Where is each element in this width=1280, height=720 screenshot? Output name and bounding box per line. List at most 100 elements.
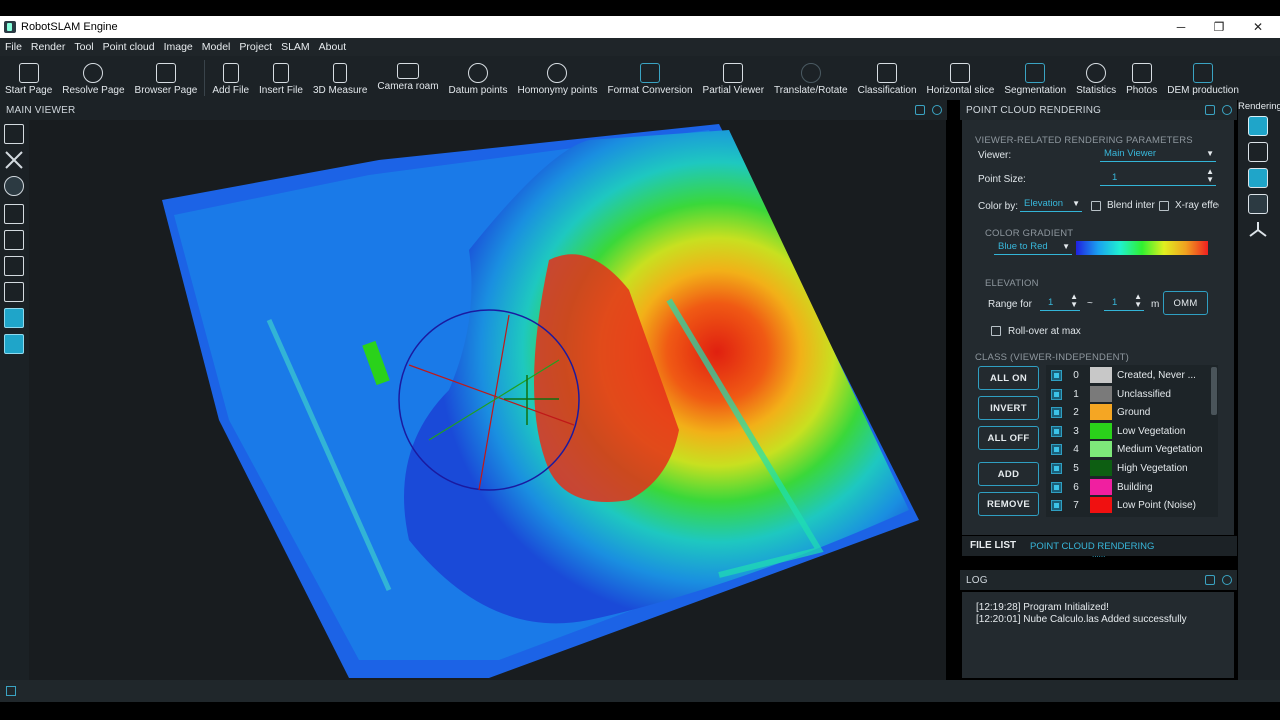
main-viewer-canvas[interactable] xyxy=(29,120,946,680)
point-cloud-render[interactable] xyxy=(29,120,946,680)
float-icon[interactable] xyxy=(1205,105,1215,115)
segmentation-button[interactable]: Segmentation xyxy=(999,56,1071,96)
3d-measure-button[interactable]: 3D Measure xyxy=(308,56,372,96)
class-row[interactable]: 7 Low Point (Noise) xyxy=(1048,496,1211,514)
rollover-checkbox[interactable] xyxy=(991,326,1001,336)
partial-viewer-button[interactable]: Partial Viewer xyxy=(698,56,770,96)
layers-icon[interactable] xyxy=(1248,116,1268,136)
color-by-select[interactable]: Elevation ▼ xyxy=(1020,198,1082,212)
menu-image[interactable]: Image xyxy=(164,41,193,53)
class-checkbox[interactable] xyxy=(1051,369,1062,381)
invert-button[interactable]: INVERT xyxy=(978,396,1039,420)
menu-point-cloud[interactable]: Point cloud xyxy=(103,41,155,53)
horizontal-slice-button[interactable]: Horizontal slice xyxy=(922,56,1000,96)
class-checkbox[interactable] xyxy=(1051,481,1062,493)
class-row[interactable]: 6 Building xyxy=(1048,478,1211,496)
menu-project[interactable]: Project xyxy=(239,41,272,53)
point-size-spinbox[interactable]: 1 ▲ ▼ xyxy=(1100,168,1216,186)
class-checkbox[interactable] xyxy=(1051,406,1062,418)
class-color-swatch[interactable] xyxy=(1090,386,1112,402)
maximize-button[interactable]: ❐ xyxy=(1200,16,1238,38)
omm-button[interactable]: OMM xyxy=(1163,291,1208,315)
screen-top-border xyxy=(0,0,1280,16)
menu-file[interactable]: File xyxy=(5,41,22,53)
format-conversion-button[interactable]: Format Conversion xyxy=(603,56,698,96)
dem-production-button[interactable]: DEM production xyxy=(1162,56,1244,96)
axis-icon[interactable] xyxy=(1248,220,1268,240)
view-top-icon[interactable] xyxy=(4,308,24,328)
view-bottom-icon[interactable] xyxy=(4,334,24,354)
datum-points-button[interactable]: Datum points xyxy=(444,56,513,96)
menu-render[interactable]: Render xyxy=(31,41,65,53)
view-right-icon[interactable] xyxy=(4,282,24,302)
view-back-icon[interactable] xyxy=(4,230,24,250)
class-checkbox[interactable] xyxy=(1051,443,1062,455)
close-panel-icon[interactable] xyxy=(1222,575,1232,585)
xray-checkbox[interactable] xyxy=(1159,201,1169,211)
class-checkbox[interactable] xyxy=(1051,499,1062,511)
camera-roam-button[interactable]: Camera roam xyxy=(372,56,443,92)
class-row[interactable]: 5 High Vegetation xyxy=(1048,459,1211,477)
class-list-scrollbar[interactable] xyxy=(1211,367,1217,415)
menu-about[interactable]: About xyxy=(319,41,346,53)
tab-file-list[interactable]: FILE LIST xyxy=(970,540,1016,551)
all-on-button[interactable]: ALL ON xyxy=(978,366,1039,390)
close-button[interactable]: ✕ xyxy=(1239,16,1277,38)
classification-button[interactable]: Classification xyxy=(853,56,922,96)
blend-checkbox[interactable] xyxy=(1091,201,1101,211)
class-color-swatch[interactable] xyxy=(1090,404,1112,420)
homonymy-points-button[interactable]: Homonymy points xyxy=(512,56,602,96)
xray-label: X-ray effec xyxy=(1175,200,1219,211)
tree-icon[interactable] xyxy=(1248,142,1268,162)
menu-tool[interactable]: Tool xyxy=(74,41,93,53)
class-row[interactable]: 2 Ground xyxy=(1048,403,1211,421)
view-front-icon[interactable] xyxy=(4,204,24,224)
cube-icon[interactable] xyxy=(1248,168,1268,188)
close-panel-icon[interactable] xyxy=(1222,105,1232,115)
class-color-swatch[interactable] xyxy=(1090,367,1112,383)
class-color-swatch[interactable] xyxy=(1090,423,1112,439)
close-panel-icon[interactable] xyxy=(932,105,942,115)
brush-icon[interactable] xyxy=(1248,194,1268,214)
class-row[interactable]: 1 Unclassified xyxy=(1048,385,1211,403)
rotate-orbit-icon[interactable] xyxy=(4,176,24,196)
range-max-spinbox[interactable]: 1 ▲ ▼ xyxy=(1104,293,1144,311)
all-off-button[interactable]: ALL OFF xyxy=(978,426,1039,450)
tab-overflow-dots[interactable]: ...... xyxy=(1092,550,1105,559)
class-checkbox[interactable] xyxy=(1051,388,1062,400)
add-class-button[interactable]: ADD xyxy=(978,462,1039,486)
fit-all-icon[interactable] xyxy=(4,150,24,170)
class-color-swatch[interactable] xyxy=(1090,497,1112,513)
statistics-button[interactable]: Statistics xyxy=(1071,56,1121,96)
translate-rotate-button[interactable]: Translate/Rotate xyxy=(769,56,853,96)
remove-class-button[interactable]: REMOVE xyxy=(978,492,1039,516)
browser-page-button[interactable]: Browser Page xyxy=(130,56,203,96)
slice-icon xyxy=(950,63,971,83)
class-row[interactable]: 4 Medium Vegetation xyxy=(1048,440,1211,458)
range-min-spinbox[interactable]: 1 ▲ ▼ xyxy=(1040,293,1080,311)
spin-arrows-icon[interactable]: ▲ ▼ xyxy=(1206,168,1214,184)
gradient-select[interactable]: Blue to Red ▼ xyxy=(994,241,1072,255)
class-row[interactable]: 0 Created, Never ... xyxy=(1048,366,1211,384)
menu-model[interactable]: Model xyxy=(202,41,231,53)
viewer-select[interactable]: Main Viewer ▼ xyxy=(1100,148,1216,162)
resolve-page-button[interactable]: Resolve Page xyxy=(57,56,129,96)
class-color-swatch[interactable] xyxy=(1090,479,1112,495)
add-file-button[interactable]: Add File xyxy=(207,56,254,96)
class-checkbox[interactable] xyxy=(1051,462,1062,474)
grid-view-icon[interactable] xyxy=(4,124,24,144)
menu-slam[interactable]: SLAM xyxy=(281,41,310,53)
insert-file-button[interactable]: Insert File xyxy=(254,56,308,96)
view-left-icon[interactable] xyxy=(4,256,24,276)
spin-arrows-icon[interactable]: ▲ ▼ xyxy=(1070,293,1078,309)
class-color-swatch[interactable] xyxy=(1090,441,1112,457)
float-icon[interactable] xyxy=(1205,575,1215,585)
minimize-button[interactable]: ─ xyxy=(1162,16,1200,38)
class-checkbox[interactable] xyxy=(1051,425,1062,437)
start-page-button[interactable]: Start Page xyxy=(0,56,57,96)
spin-arrows-icon[interactable]: ▲ ▼ xyxy=(1134,293,1142,309)
float-icon[interactable] xyxy=(915,105,925,115)
photos-button[interactable]: Photos xyxy=(1121,56,1162,96)
class-color-swatch[interactable] xyxy=(1090,460,1112,476)
class-row[interactable]: 3 Low Vegetation xyxy=(1048,422,1211,440)
